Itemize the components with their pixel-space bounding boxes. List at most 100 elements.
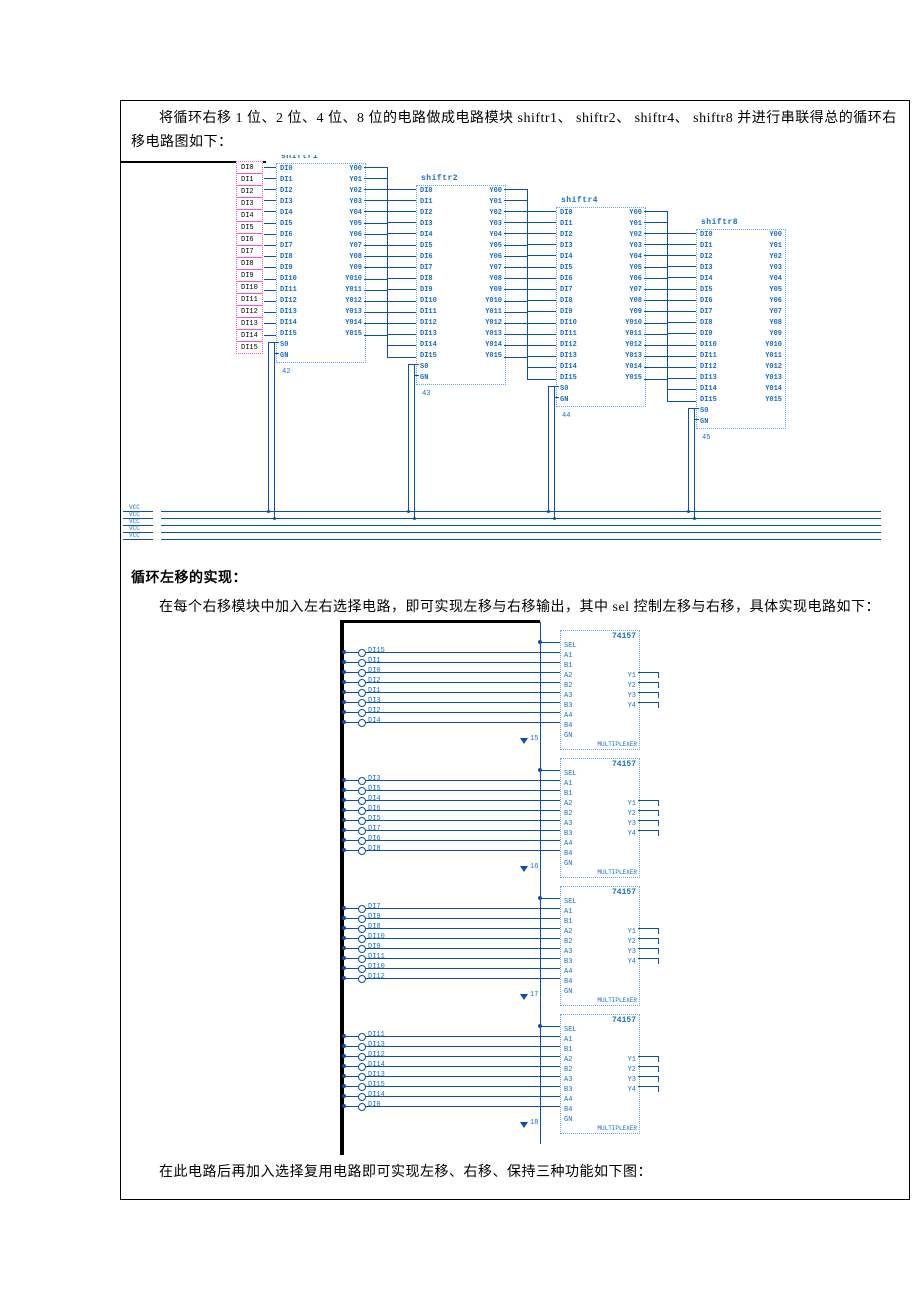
ctrl-line-3 (161, 525, 881, 526)
wire (264, 223, 276, 224)
wire (540, 770, 560, 771)
module-row: DI0Y00 (417, 186, 505, 197)
module-row: DI7Y07 (697, 307, 785, 318)
mux-title: 74157 (561, 887, 639, 897)
module-shiftr4: shiftr4DI0Y00DI1Y01DI2Y02DI3Y03DI4Y04DI5… (556, 207, 646, 407)
wire (268, 342, 269, 511)
wire (527, 357, 528, 379)
wire (554, 386, 555, 518)
wire (387, 335, 388, 357)
wire (364, 178, 387, 179)
wire (644, 356, 667, 357)
wire (504, 222, 527, 223)
pin-circle-icon (358, 709, 366, 717)
wire (264, 279, 276, 280)
wire (540, 1026, 560, 1027)
module-row: DI6Y06 (277, 230, 365, 241)
module-row: S0 (697, 406, 785, 417)
module-row: DI1Y01 (277, 175, 365, 186)
paragraph-final: 在此电路后再加入选择复用电路即可实现左移、右移、保持三种功能如下图： (121, 1155, 909, 1195)
wire (504, 211, 527, 212)
junction-dot (553, 517, 556, 520)
pin-circle-icon (358, 965, 366, 973)
di-label: DI13 (237, 318, 262, 330)
wire (527, 244, 556, 245)
module-row: DI5Y05 (277, 219, 365, 230)
wire (387, 189, 416, 190)
module-row: DI2Y02 (277, 186, 365, 197)
mux-row: B3Y4 (561, 1085, 639, 1095)
mux-block: 74157SELA1B1A2Y1B2Y2A3Y3B3Y4A4B4GNMULTIP… (560, 630, 640, 750)
wire (644, 278, 667, 279)
module-id-label: 44 (562, 412, 570, 420)
junction-dot (687, 510, 690, 513)
mux-row: B4 (561, 721, 639, 731)
wire (504, 301, 527, 302)
wire (504, 233, 527, 234)
wire (387, 222, 416, 223)
module-row: DI4Y04 (417, 230, 505, 241)
wire (667, 333, 696, 334)
mux-id-label: 16 (530, 863, 538, 871)
module-row: DI13Y013 (697, 373, 785, 384)
module-row: DI15Y015 (697, 395, 785, 406)
wire (264, 178, 276, 179)
wire (527, 356, 556, 357)
wire (264, 312, 276, 313)
wire (364, 301, 387, 302)
module-row: S0 (417, 362, 505, 373)
wire (667, 401, 696, 402)
pin-circle-icon (358, 975, 366, 983)
wire (264, 267, 276, 268)
wire (644, 367, 667, 368)
mux-row: B3Y4 (561, 829, 639, 839)
wire (658, 928, 659, 934)
module-row: DI4Y04 (697, 274, 785, 285)
pin-circle-icon (358, 1073, 366, 1081)
module-row: DI9Y09 (557, 307, 645, 318)
di-label: DI5 (237, 222, 262, 234)
wire (548, 386, 549, 511)
module-row: DI11Y011 (557, 329, 645, 340)
mux-row: A3Y3 (561, 947, 639, 957)
di-label: DI2 (237, 186, 262, 198)
module-row: DI3Y03 (557, 241, 645, 252)
wire (658, 1086, 659, 1092)
module-row: DI8Y08 (697, 318, 785, 329)
wire (644, 255, 667, 256)
module-row: DI1Y01 (417, 197, 505, 208)
module-row: DI11Y011 (277, 285, 365, 296)
mux-row: B1 (561, 789, 639, 799)
mux-row: B3Y4 (561, 701, 639, 711)
wire (688, 408, 689, 511)
pin-circle-icon (358, 837, 366, 845)
wire (264, 211, 276, 212)
wire (274, 353, 279, 354)
wire (667, 311, 696, 312)
module-row: DI6Y06 (557, 274, 645, 285)
mux-row: A4 (561, 711, 639, 721)
module-row: DI9Y09 (277, 263, 365, 274)
wire (638, 800, 658, 801)
di-label: DI12 (237, 306, 262, 318)
mux-row: A3Y3 (561, 691, 639, 701)
module-shiftr2: shiftr2DI0Y00DI1Y01DI2Y02DI3Y03DI4Y04DI5… (416, 185, 506, 385)
module-row: DI2Y02 (557, 230, 645, 241)
signal-label: DI3 (368, 775, 381, 783)
di-label-column: DI0DI1DI2DI3DI4DI5DI6DI7DI8DI9DI10DI11DI… (236, 161, 263, 354)
module-row: DI3Y03 (277, 197, 365, 208)
stub-label: VCC (129, 504, 140, 511)
wire (527, 211, 556, 212)
module-row: DI11Y011 (697, 351, 785, 362)
pin-circle-icon (358, 1103, 366, 1111)
wire (527, 222, 556, 223)
wire (658, 1066, 659, 1072)
module-row: DI14Y014 (417, 340, 505, 351)
module-row: S0 (557, 384, 645, 395)
wire (658, 702, 659, 708)
mux-row: B4 (561, 1105, 639, 1115)
junction-dot (693, 517, 696, 520)
wire (658, 692, 659, 698)
mux-row: A1 (561, 779, 639, 789)
mux-row: A1 (561, 1035, 639, 1045)
